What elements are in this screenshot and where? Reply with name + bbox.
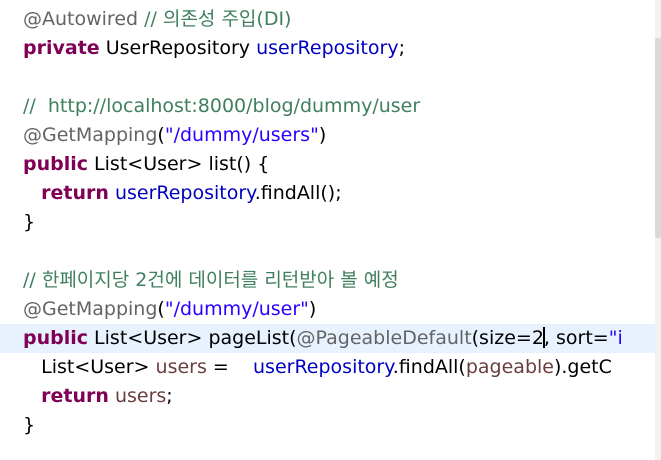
code-editor[interactable]: @Autowired // 의존성 주입(DI) private UserRepo…	[0, 0, 655, 460]
code-token-annotation: @PageableDefault	[296, 327, 472, 349]
code-token-plain: List<User>	[23, 356, 156, 378]
code-line[interactable]: // 한페이지당 2건에 데이터를 리턴받아 볼 예정	[0, 266, 655, 295]
scrollbar-thumb[interactable]	[655, 38, 661, 238]
code-token-plain: }	[23, 211, 36, 233]
code-line[interactable]: @GetMapping("/dummy/users")	[0, 121, 655, 150]
code-line[interactable]: }	[0, 208, 655, 237]
code-token-string: "i	[608, 327, 623, 349]
code-token-plain: ;	[166, 385, 173, 407]
code-token-comment: // 의존성 주입(DI)	[144, 8, 292, 30]
code-line[interactable]: @Autowired // 의존성 주입(DI)	[0, 5, 655, 34]
code-token-string: "/dummy/users"	[164, 124, 319, 146]
code-token-plain: )	[308, 298, 317, 320]
code-line[interactable]: private UserRepository userRepository;	[0, 34, 655, 63]
code-line[interactable]	[0, 63, 655, 92]
code-token-comment: // 한페이지당 2건에 데이터를 리턴받아 볼 예정	[23, 269, 399, 291]
code-token-plain: .findAll(	[392, 356, 466, 378]
code-line[interactable]: public List<User> list() {	[0, 150, 655, 179]
code-line[interactable]: }	[0, 411, 655, 440]
code-line[interactable]: List<User> users = userRepository.findAl…	[0, 353, 655, 382]
code-token-plain: .findAll();	[254, 182, 342, 204]
code-token-plain: =	[206, 356, 253, 378]
code-line[interactable]: return users;	[0, 382, 655, 411]
code-token-plain: (	[157, 298, 165, 320]
code-token-annotation: @Autowired	[23, 8, 139, 30]
code-token-keyword: private	[23, 37, 100, 59]
code-token-parameter: users	[114, 385, 167, 407]
code-token-comment: // http://localhost:8000/blog/dummy/user	[23, 95, 421, 117]
code-token-plain: (	[157, 124, 165, 146]
code-token-keyword: return	[41, 182, 109, 204]
code-token-plain: List<User> pageList(	[88, 327, 297, 349]
code-token-field: userRepository	[256, 37, 399, 59]
code-token-keyword: return	[41, 385, 109, 407]
code-line[interactable]: // http://localhost:8000/blog/dummy/user	[0, 92, 655, 121]
code-token-annotation: @GetMapping	[23, 298, 158, 320]
code-token-plain: ).getC	[553, 356, 612, 378]
code-token-field: userRepository	[114, 182, 255, 204]
code-token-plain: List<User> list() {	[88, 153, 270, 175]
code-line-current[interactable]: public List<User> pageList(@PageableDefa…	[0, 324, 655, 353]
code-token-plain: (size=2	[471, 327, 544, 349]
code-token-plain: UserRepository	[99, 37, 257, 59]
code-token-field: userRepository	[253, 356, 393, 378]
vertical-scrollbar[interactable]	[655, 0, 661, 460]
code-token-plain: , sort=	[543, 327, 609, 349]
code-token-keyword: public	[23, 153, 89, 175]
code-token-plain: )	[318, 124, 327, 146]
code-token-keyword: public	[23, 327, 89, 349]
code-token-plain: }	[23, 414, 36, 436]
code-line[interactable]: @GetMapping("/dummy/user")	[0, 295, 655, 324]
code-token-parameter: users	[155, 356, 207, 378]
code-line[interactable]: return userRepository.findAll();	[0, 179, 655, 208]
code-token-string: "/dummy/user"	[164, 298, 309, 320]
code-token-parameter: pageable	[465, 356, 554, 378]
code-line[interactable]	[0, 237, 655, 266]
code-token-annotation: @GetMapping	[23, 124, 158, 146]
code-token-plain: ;	[398, 37, 405, 59]
